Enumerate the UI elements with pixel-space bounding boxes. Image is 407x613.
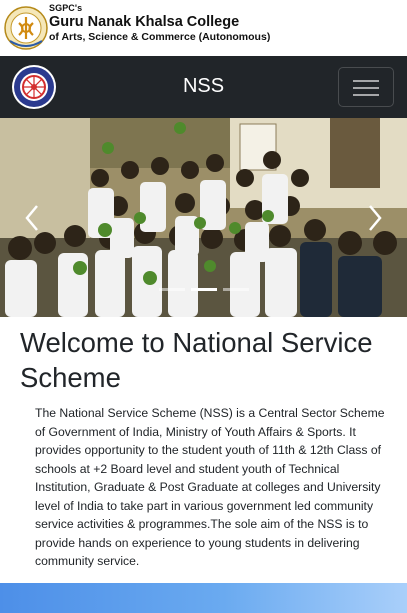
hamburger-bar: [353, 87, 379, 89]
college-title-block: SGPC's Guru Nanak Khalsa College of Arts…: [49, 4, 270, 42]
footer-gradient-band: [0, 583, 407, 613]
college-name: Guru Nanak Khalsa College: [49, 14, 240, 30]
hamburger-menu-icon: [353, 80, 379, 82]
chevron-right-icon: [369, 205, 382, 231]
carousel-indicator[interactable]: [222, 288, 249, 291]
carousel-indicators: [0, 288, 407, 292]
carousel-next-button[interactable]: [355, 188, 395, 248]
carousel-indicator[interactable]: [158, 288, 185, 291]
college-header: SGPC's Guru Nanak Khalsa College of Arts…: [0, 0, 407, 56]
college-subtitle: of Arts, Science & Commerce (Autonomous): [49, 30, 271, 43]
welcome-heading: Welcome to National Service Scheme: [20, 327, 373, 393]
carousel-indicator-active[interactable]: [190, 288, 217, 291]
carousel-prev-button[interactable]: [12, 188, 52, 248]
navbar: NSS: [0, 56, 407, 118]
hamburger-menu-button[interactable]: [338, 67, 394, 107]
nss-intro-paragraph: The National Service Scheme (NSS) is a C…: [35, 406, 385, 568]
college-prefix: SGPC's: [49, 3, 83, 13]
hamburger-bar: [353, 94, 379, 96]
chevron-left-icon: [25, 205, 38, 231]
image-carousel: [0, 118, 407, 317]
college-emblem-icon[interactable]: [4, 5, 48, 51]
